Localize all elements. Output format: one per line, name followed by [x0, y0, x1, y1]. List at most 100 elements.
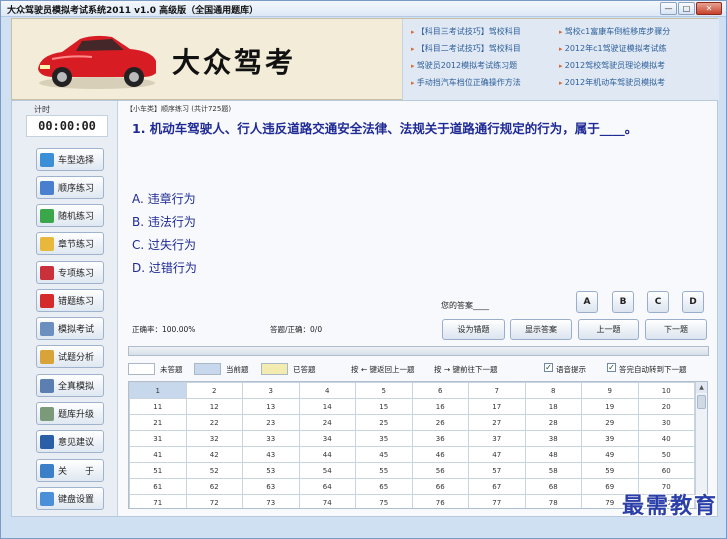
question-cell[interactable]: 68 [524, 478, 582, 495]
nav-button-6[interactable]: 模拟考试 [36, 317, 104, 340]
news-link[interactable]: 驾校c1富康车倒桩移库步骤分 [559, 26, 709, 38]
answer-option[interactable]: B. 违法行为 [132, 211, 197, 234]
question-cell[interactable]: 60 [637, 462, 695, 479]
auto-next-checkbox[interactable]: ✓ [607, 363, 616, 372]
question-cell[interactable]: 52 [185, 462, 243, 479]
question-cell[interactable]: 71 [129, 494, 187, 508]
question-cell[interactable]: 41 [129, 446, 187, 463]
question-cell[interactable]: 21 [129, 414, 187, 431]
question-cell[interactable]: 11 [129, 398, 187, 415]
question-cell[interactable]: 78 [524, 494, 582, 508]
scroll-up-icon[interactable]: ▲ [696, 382, 707, 393]
news-link[interactable]: 2012年c1驾驶证模拟考试练 [559, 43, 709, 55]
nav-button-11[interactable]: 关 于 [36, 459, 104, 482]
question-cell[interactable]: 27 [468, 414, 526, 431]
question-cell[interactable]: 57 [468, 462, 526, 479]
next-question-button[interactable]: 下一题 [645, 319, 707, 340]
question-cell[interactable]: 51 [129, 462, 187, 479]
question-cell[interactable]: 50 [637, 446, 695, 463]
question-cell[interactable]: 35 [355, 430, 413, 447]
nav-button-1[interactable]: 顺序练习 [36, 176, 104, 199]
question-cell[interactable]: 59 [581, 462, 639, 479]
question-cell[interactable]: 17 [468, 398, 526, 415]
news-link[interactable]: 【科目三考试技巧】驾校科目 [411, 26, 549, 38]
answer-c-button[interactable]: C [647, 291, 669, 313]
question-cell[interactable]: 25 [355, 414, 413, 431]
question-cell[interactable]: 23 [242, 414, 300, 431]
question-cell[interactable]: 30 [637, 414, 695, 431]
nav-button-4[interactable]: 专项练习 [36, 261, 104, 284]
nav-button-12[interactable]: 键盘设置 [36, 487, 104, 510]
mark-wrong-button[interactable]: 设为错题 [442, 319, 505, 340]
question-cell[interactable]: 75 [355, 494, 413, 508]
question-cell[interactable]: 31 [129, 430, 187, 447]
close-button[interactable]: ✕ [696, 2, 722, 15]
question-cell[interactable]: 8 [524, 382, 582, 399]
show-answer-button[interactable]: 显示答案 [510, 319, 572, 340]
question-cell[interactable]: 45 [355, 446, 413, 463]
question-cell[interactable]: 40 [637, 430, 695, 447]
nav-button-10[interactable]: 意见建议 [36, 430, 104, 453]
question-cell[interactable]: 66 [411, 478, 469, 495]
question-cell[interactable]: 24 [298, 414, 356, 431]
answer-b-button[interactable]: B [612, 291, 634, 313]
news-link[interactable]: 2012年机动车驾驶员模拟考 [559, 77, 709, 89]
question-cell[interactable]: 28 [524, 414, 582, 431]
question-cell[interactable]: 62 [185, 478, 243, 495]
question-cell[interactable]: 9 [581, 382, 639, 399]
question-cell[interactable]: 64 [298, 478, 356, 495]
question-cell[interactable]: 6 [411, 382, 469, 399]
question-cell[interactable]: 39 [581, 430, 639, 447]
question-cell[interactable]: 43 [242, 446, 300, 463]
question-cell[interactable]: 13 [242, 398, 300, 415]
answer-option[interactable]: A. 违章行为 [132, 188, 197, 211]
question-cell[interactable]: 37 [468, 430, 526, 447]
question-cell[interactable]: 10 [637, 382, 695, 399]
answer-option[interactable]: C. 过失行为 [132, 234, 197, 257]
question-cell[interactable]: 33 [242, 430, 300, 447]
question-cell[interactable]: 76 [411, 494, 469, 508]
news-link[interactable]: 驾驶员2012模拟考试练习题 [411, 60, 549, 72]
question-cell[interactable]: 49 [581, 446, 639, 463]
question-cell[interactable]: 26 [411, 414, 469, 431]
question-cell[interactable]: 3 [242, 382, 300, 399]
question-cell[interactable]: 56 [411, 462, 469, 479]
question-cell[interactable]: 32 [185, 430, 243, 447]
question-cell[interactable]: 16 [411, 398, 469, 415]
question-cell[interactable]: 77 [468, 494, 526, 508]
question-cell[interactable]: 7 [468, 382, 526, 399]
news-link[interactable]: 手动挡汽车档位正确操作方法 [411, 77, 549, 89]
nav-button-3[interactable]: 章节练习 [36, 232, 104, 255]
question-cell[interactable]: 1 [129, 382, 187, 399]
question-cell[interactable]: 15 [355, 398, 413, 415]
question-cell[interactable]: 18 [524, 398, 582, 415]
question-cell[interactable]: 63 [242, 478, 300, 495]
nav-button-5[interactable]: 错题练习 [36, 289, 104, 312]
question-cell[interactable]: 14 [298, 398, 356, 415]
question-cell[interactable]: 61 [129, 478, 187, 495]
question-cell[interactable]: 5 [355, 382, 413, 399]
question-cell[interactable]: 44 [298, 446, 356, 463]
answer-option[interactable]: D. 过错行为 [132, 257, 197, 280]
question-cell[interactable]: 48 [524, 446, 582, 463]
voice-checkbox[interactable]: ✓ [544, 363, 553, 372]
question-cell[interactable]: 20 [637, 398, 695, 415]
question-cell[interactable]: 74 [298, 494, 356, 508]
question-cell[interactable]: 47 [468, 446, 526, 463]
nav-button-8[interactable]: 全真模拟 [36, 374, 104, 397]
scroll-thumb[interactable] [697, 395, 706, 409]
question-cell[interactable]: 12 [185, 398, 243, 415]
nav-button-0[interactable]: 车型选择 [36, 148, 104, 171]
news-link[interactable]: 2012驾校驾驶员理论模拟考 [559, 60, 709, 72]
nav-button-9[interactable]: 题库升级 [36, 402, 104, 425]
question-cell[interactable]: 38 [524, 430, 582, 447]
question-cell[interactable]: 36 [411, 430, 469, 447]
question-cell[interactable]: 19 [581, 398, 639, 415]
question-cell[interactable]: 72 [185, 494, 243, 508]
nav-button-7[interactable]: 试题分析 [36, 345, 104, 368]
question-cell[interactable]: 42 [185, 446, 243, 463]
answer-d-button[interactable]: D [682, 291, 704, 313]
question-cell[interactable]: 73 [242, 494, 300, 508]
answer-a-button[interactable]: A [576, 291, 598, 313]
question-cell[interactable]: 65 [355, 478, 413, 495]
